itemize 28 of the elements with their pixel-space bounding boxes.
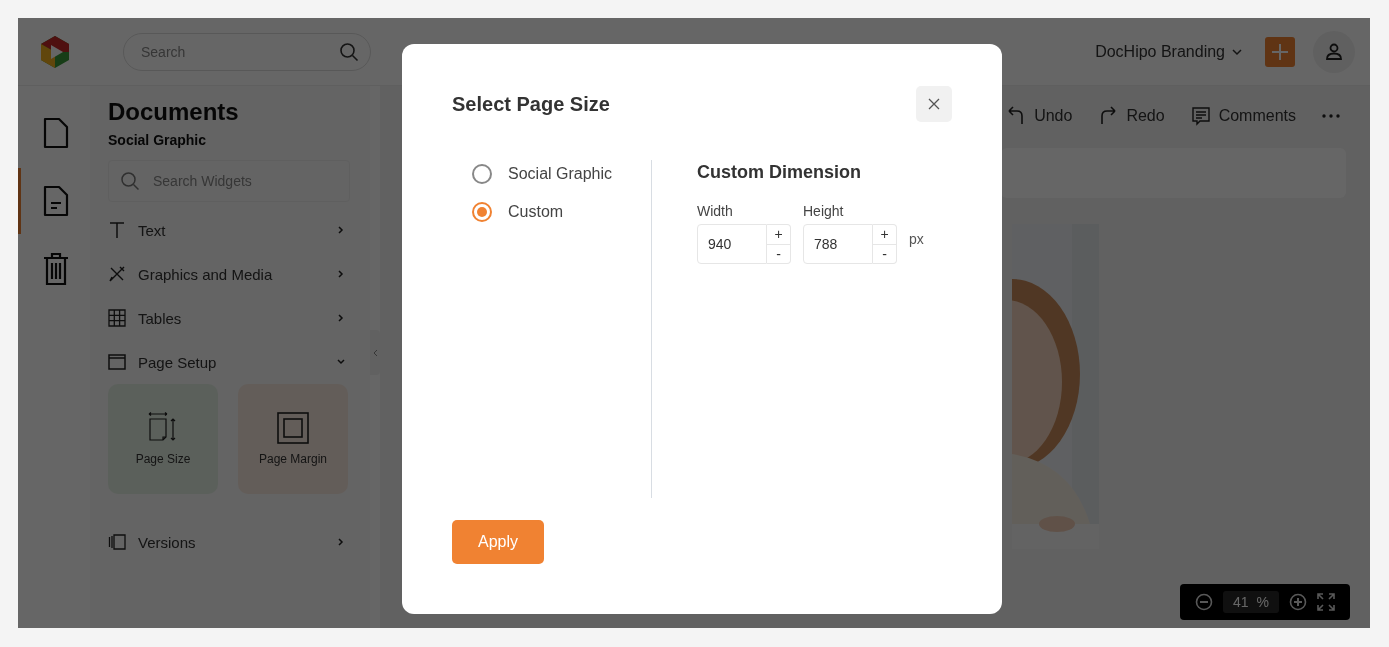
modal-title: Select Page Size [452,92,610,116]
page-size-option[interactable]: Custom [472,202,651,222]
number-field[interactable]: 940 [697,224,767,264]
increment-button[interactable]: + [767,225,790,244]
panel-subtitle: Social Graphic [108,132,208,148]
panel-menu-item[interactable]: Versions [108,520,350,564]
panel-menu-item[interactable]: Graphics and Media [108,252,350,296]
panel-menu-item[interactable]: Text [108,208,350,252]
increment-button[interactable]: + [873,225,896,244]
field-label: Height [803,203,845,219]
panel-menu-item[interactable]: Tables [108,296,350,340]
apply-button[interactable]: Apply [452,520,544,564]
decrement-button[interactable]: - [873,243,896,263]
undo-button[interactable]: Undo [1006,106,1073,126]
redo-button[interactable]: Redo [1098,106,1165,126]
panel-menu-item[interactable]: Page Setup [108,340,350,384]
page-size-option[interactable]: Social Graphic [472,164,651,184]
zoom-level-field[interactable]: 41 % [1223,591,1279,613]
unit-label: px [909,231,924,247]
number-field[interactable]: 788 [803,224,873,264]
panel-title: Documents [108,98,240,126]
comments-button[interactable]: Comments [1190,106,1296,126]
field-label: Width [697,203,734,219]
decrement-button[interactable]: - [767,243,790,263]
section-heading: Custom Dimension [697,162,862,183]
brand-dropdown[interactable]: DocHipo Branding [1095,42,1243,61]
page-setup-tile[interactable]: Page Size [108,384,218,494]
page-setup-tile[interactable]: Page Margin [238,384,348,494]
